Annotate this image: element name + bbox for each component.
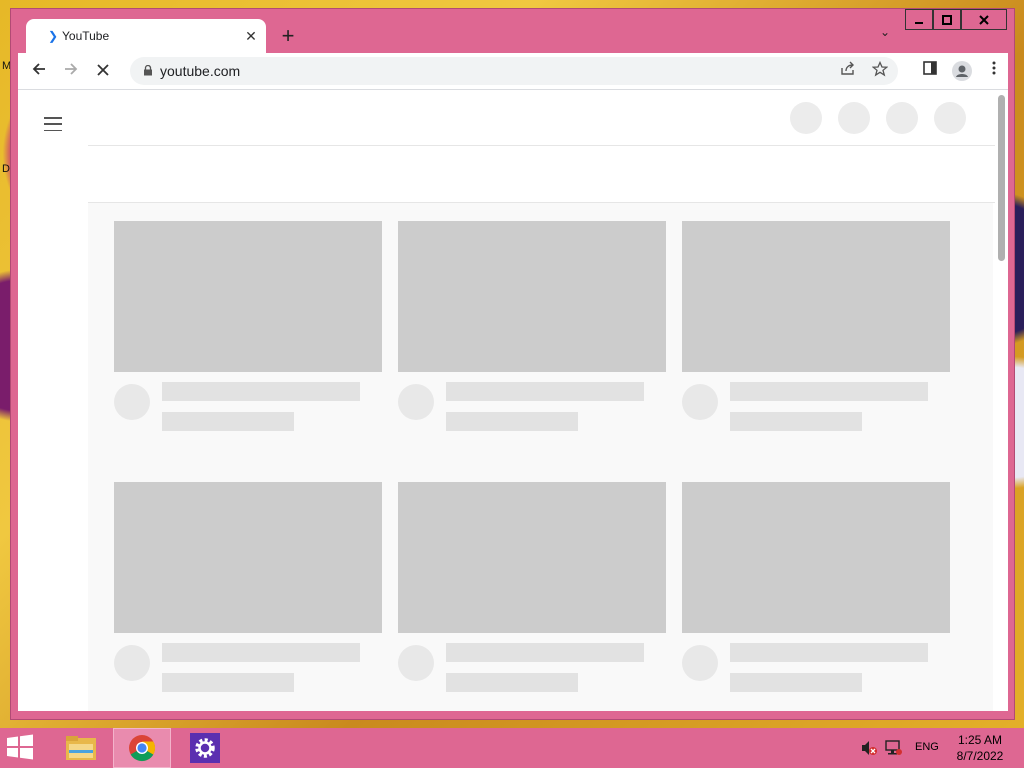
meta-placeholder: [730, 412, 862, 431]
minimize-button[interactable]: [905, 9, 933, 30]
gear-icon: [190, 733, 220, 763]
back-button[interactable]: [27, 59, 51, 83]
kebab-menu-icon: [992, 61, 996, 75]
title-placeholder: [730, 382, 928, 401]
channel-avatar-placeholder: [682, 384, 718, 420]
desktop-icon-label[interactable]: M: [2, 60, 11, 72]
language-indicator[interactable]: ENG: [915, 741, 939, 753]
share-button[interactable]: [838, 61, 858, 81]
forward-button[interactable]: [59, 59, 83, 83]
side-panel-button[interactable]: [920, 61, 940, 81]
menu-button[interactable]: [984, 61, 1004, 81]
meta-placeholder: [162, 673, 294, 692]
video-card-skeleton[interactable]: [114, 221, 382, 451]
title-placeholder: [162, 382, 360, 401]
taskbar-file-explorer[interactable]: [52, 728, 110, 768]
page-content: [18, 89, 1008, 711]
clock-date: 8/7/2022: [956, 749, 1004, 763]
network-icon: [885, 740, 902, 755]
plus-icon: +: [281, 23, 295, 48]
stop-loading-button[interactable]: [91, 59, 115, 83]
lock-icon[interactable]: [144, 65, 152, 76]
forward-arrow-icon: [65, 63, 78, 75]
hamburger-icon[interactable]: [44, 117, 62, 131]
close-icon[interactable]: ✕: [242, 27, 260, 45]
chevron-down-icon: ⌄: [879, 25, 891, 39]
title-placeholder: [162, 643, 360, 662]
header-divider: [88, 145, 998, 146]
desktop-icon-label[interactable]: D: [2, 163, 10, 175]
thumbnail-placeholder: [114, 221, 382, 372]
channel-avatar-placeholder: [398, 645, 434, 681]
folder-icon: [66, 736, 96, 760]
url-text[interactable]: youtube.com: [160, 63, 240, 79]
back-arrow-icon: [32, 63, 45, 75]
header-placeholder: [838, 102, 870, 134]
thumbnail-placeholder: [682, 221, 950, 372]
minimize-icon: [915, 21, 923, 24]
meta-placeholder: [446, 673, 578, 692]
thumbnail-placeholder: [398, 221, 666, 372]
scrollbar-thumb[interactable]: [998, 95, 1005, 261]
taskbar-settings[interactable]: [176, 728, 234, 768]
video-card-skeleton[interactable]: [114, 482, 382, 711]
thumbnail-placeholder: [682, 482, 950, 633]
meta-placeholder: [446, 412, 578, 431]
header-placeholder: [790, 102, 822, 134]
channel-avatar-placeholder: [398, 384, 434, 420]
bookmark-button[interactable]: [870, 60, 890, 81]
video-card-skeleton[interactable]: [682, 221, 950, 451]
volume-muted-icon: [862, 741, 877, 755]
browser-toolbar: youtube.com: [18, 53, 1008, 89]
loading-icon: ❯: [48, 29, 59, 43]
address-bar[interactable]: youtube.com: [130, 57, 898, 85]
clock[interactable]: 1:25 AM 8/7/2022: [950, 732, 1010, 764]
taskbar: ENG 1:25 AM 8/7/2022: [0, 728, 1024, 768]
window-controls: [905, 9, 1007, 31]
close-icon: [979, 14, 989, 25]
meta-placeholder: [730, 673, 862, 692]
tab-title: YouTube: [62, 29, 110, 43]
profile-button[interactable]: [952, 61, 972, 81]
start-button[interactable]: [6, 734, 36, 762]
tab-search-button[interactable]: ⌄: [875, 25, 895, 45]
channel-avatar-placeholder: [114, 384, 150, 420]
profile-icon: [952, 61, 972, 81]
title-placeholder: [730, 643, 928, 662]
volume-button[interactable]: [860, 740, 878, 756]
new-tab-button[interactable]: +: [275, 23, 301, 49]
vertical-scrollbar[interactable]: [995, 91, 1008, 709]
title-placeholder: [446, 382, 644, 401]
thumbnail-placeholder: [114, 482, 382, 633]
maximize-icon: [942, 14, 952, 25]
meta-placeholder: [162, 412, 294, 431]
browser-window: ❯ YouTube ✕ + ⌄ youtube.com: [11, 9, 1014, 719]
video-card-skeleton[interactable]: [398, 482, 666, 711]
header-placeholder: [934, 102, 966, 134]
toolbar-divider: [18, 89, 1008, 90]
star-icon: [871, 60, 889, 77]
network-button[interactable]: [885, 740, 903, 756]
clock-time: 1:25 AM: [957, 733, 1003, 747]
channel-avatar-placeholder: [682, 645, 718, 681]
video-feed: [88, 203, 993, 711]
thumbnail-placeholder: [398, 482, 666, 633]
side-panel-icon: [923, 61, 937, 75]
chrome-icon: [129, 735, 156, 762]
video-card-skeleton[interactable]: [398, 221, 666, 451]
channel-avatar-placeholder: [114, 645, 150, 681]
video-card-skeleton[interactable]: [682, 482, 950, 711]
title-placeholder: [446, 643, 644, 662]
share-icon: [841, 61, 854, 75]
maximize-button[interactable]: [933, 9, 961, 30]
tab-youtube[interactable]: ❯ YouTube ✕: [26, 19, 266, 53]
stop-loading-icon: [97, 64, 109, 76]
windows-start-icon: [7, 734, 33, 760]
taskbar-chrome[interactable]: [113, 728, 171, 768]
close-window-button[interactable]: [961, 9, 1007, 30]
header-placeholder: [886, 102, 918, 134]
